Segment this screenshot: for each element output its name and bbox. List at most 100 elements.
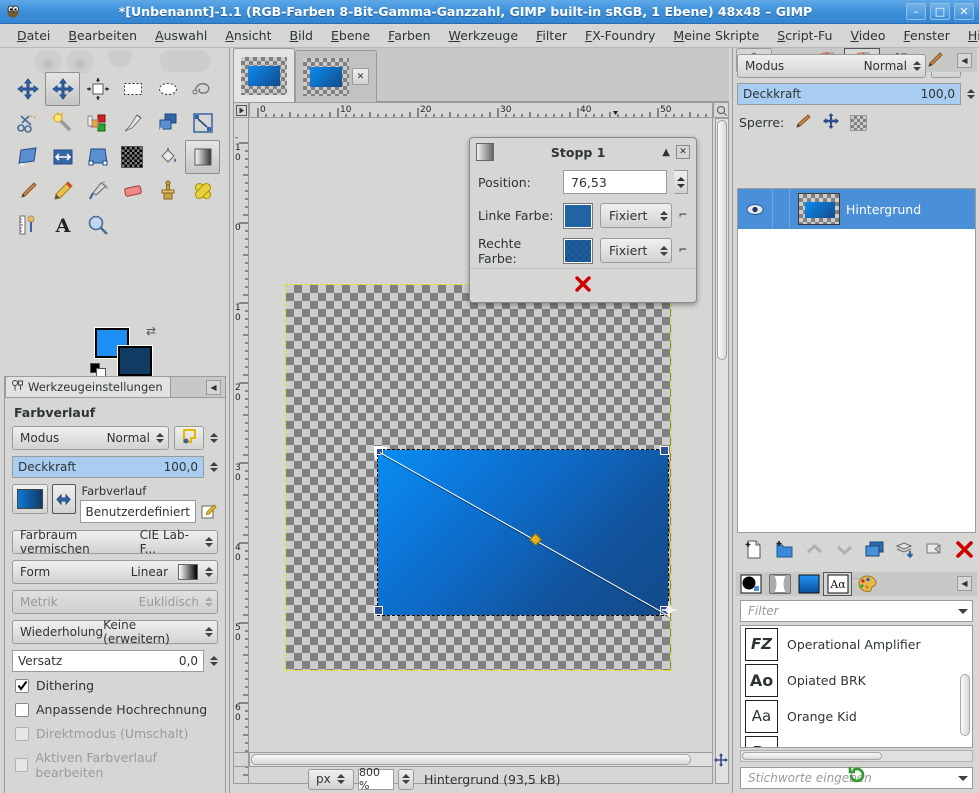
canvas-vertical-scrollbar[interactable] (715, 118, 729, 784)
unit-spinner[interactable] (337, 774, 346, 784)
scissors-select-tool[interactable] (10, 106, 45, 140)
right-color-mode-combo[interactable]: Fixiert (600, 238, 672, 263)
position-spinner[interactable] (674, 170, 688, 194)
mode-extra-spinner[interactable] (209, 433, 218, 443)
dock-grip[interactable]: ⋯ (852, 574, 861, 583)
measure-tool[interactable] (10, 208, 45, 242)
paintbrush-tool[interactable] (10, 174, 45, 208)
gradient-tool[interactable] (185, 140, 220, 174)
airbrush-tool[interactable] (80, 174, 115, 208)
canvas-menu-icon[interactable] (233, 102, 249, 118)
close-icon[interactable]: ✕ (676, 145, 690, 159)
opacity-spinner[interactable] (209, 462, 218, 472)
blend-space-spinner[interactable] (205, 537, 213, 547)
font-list-scrollbar[interactable] (960, 674, 970, 736)
gradient-end-handle[interactable] (662, 603, 676, 617)
position-input[interactable]: 76,53 (563, 170, 667, 194)
adaptive-checkbox[interactable] (15, 703, 29, 717)
bucket-fill-tool[interactable] (150, 140, 185, 174)
repeat-spinner[interactable] (205, 627, 213, 637)
lock-pixels-icon[interactable] (794, 113, 812, 132)
checkbox-dithering[interactable]: Dithering (15, 678, 218, 693)
delete-stop-icon[interactable] (574, 275, 592, 296)
gradient-name-field[interactable]: Benutzerdefiniert (80, 500, 196, 523)
menu-script-fu[interactable]: Script-Fu (768, 26, 841, 45)
shape-spinner[interactable] (204, 567, 213, 577)
menu-ansicht[interactable]: Ansicht (216, 26, 280, 45)
by-color-select-tool[interactable] (80, 106, 115, 140)
zoom-tool[interactable] (80, 208, 115, 242)
collapse-icon[interactable]: ▲ (662, 147, 670, 158)
font-list[interactable]: FZ Operational Amplifier Ao Opiated BRK … (740, 625, 973, 748)
pencil-tool[interactable] (45, 174, 80, 208)
maximize-button[interactable]: □ (930, 3, 950, 20)
fuzzy-select-tool[interactable] (45, 106, 80, 140)
anchor-layer-icon[interactable] (895, 540, 914, 562)
navigation-icon[interactable] (713, 752, 729, 767)
ink-tool[interactable] (115, 106, 150, 140)
checker-tool[interactable] (121, 146, 143, 168)
table-row[interactable]: Hintergrund (738, 189, 975, 229)
mode-spinner[interactable] (155, 433, 164, 443)
chevron-down-icon[interactable] (958, 609, 968, 614)
gradient-preview[interactable] (12, 484, 48, 514)
menu-werkzeuge[interactable]: Werkzeuge (440, 26, 528, 45)
layer-list[interactable]: Hintergrund (737, 188, 976, 533)
dock-menu-icon[interactable]: ◀ (957, 576, 972, 591)
dithering-checkbox[interactable] (15, 679, 29, 693)
cage-transform-tool[interactable] (80, 140, 115, 174)
menu-fenster[interactable]: Fenster (895, 26, 959, 45)
perspective-tool[interactable] (10, 140, 45, 174)
dock-menu-icon[interactable]: ◀ (206, 380, 221, 395)
image-tab-1[interactable] (233, 48, 295, 102)
menu-datei[interactable]: Datei (8, 26, 59, 45)
unit-combo[interactable]: px (308, 769, 354, 790)
list-item[interactable]: B- Orbicular BRK (741, 734, 972, 748)
image-tab-2[interactable]: ✕ (295, 50, 377, 102)
fonts-tab[interactable]: Aα (823, 572, 852, 596)
reverse-gradient-icon[interactable] (52, 484, 76, 514)
lock-alpha-icon[interactable] (850, 115, 867, 131)
tab-tool-options[interactable]: Werkzeugeinstellungen (5, 376, 171, 397)
duplicate-layer-icon[interactable] (865, 540, 884, 562)
eye-icon[interactable] (738, 203, 772, 216)
repeat-combo[interactable]: Wiederholung Keine (erweitern) (12, 620, 218, 644)
text-tool[interactable]: A (45, 208, 80, 242)
clone-tool[interactable] (150, 174, 185, 208)
lock-position-icon[interactable] (822, 113, 840, 132)
close-button[interactable]: ✕ (954, 3, 974, 20)
layer-opacity-slider[interactable]: Deckkraft 100,0 (737, 83, 961, 105)
mode-combo[interactable]: Modus Normal (12, 426, 169, 450)
patterns-tab[interactable] (765, 572, 794, 596)
layer-mode-spinner[interactable] (912, 61, 921, 71)
zoom-spinner[interactable] (398, 769, 414, 790)
canvas-horizontal-scrollbar[interactable] (249, 752, 713, 767)
left-color-swatch[interactable] (563, 203, 593, 229)
left-color-mode-spinner[interactable] (659, 211, 668, 221)
free-select-tool[interactable] (185, 72, 220, 106)
eraser-tool[interactable] (115, 174, 150, 208)
new-layer-icon[interactable] (745, 540, 764, 562)
brushes-tab[interactable] (736, 572, 765, 596)
menu-hilfe[interactable]: Hilfe (959, 26, 979, 45)
horizontal-ruler[interactable]: 01020 304050 (249, 102, 713, 118)
shape-combo[interactable]: Form Linear (12, 560, 218, 584)
font-list-hscroll-thumb[interactable] (742, 752, 882, 760)
transform-tool[interactable] (150, 106, 185, 140)
horizontal-scroll-thumb[interactable] (251, 754, 691, 765)
font-list-hscrollbar[interactable] (740, 750, 973, 762)
edit-gradient-icon[interactable] (200, 503, 218, 521)
new-layer-group-icon[interactable] (775, 540, 794, 562)
list-item[interactable]: Ao Opiated BRK (741, 662, 972, 698)
color-area[interactable]: ⇄ (90, 324, 158, 378)
dock-menu-icon[interactable]: ◀ (957, 53, 972, 68)
move-tool[interactable] (10, 72, 45, 106)
swap-colors-icon[interactable]: ⇄ (146, 324, 156, 338)
menu-video[interactable]: Video (841, 26, 894, 45)
gradients-tab[interactable] (794, 572, 823, 596)
close-icon[interactable]: ✕ (352, 68, 369, 85)
font-filter-input[interactable]: Filter (740, 600, 973, 622)
right-color-swatch[interactable] (563, 238, 593, 264)
unified-transform-tool[interactable] (185, 106, 220, 140)
right-color-mode-spinner[interactable] (659, 246, 668, 256)
